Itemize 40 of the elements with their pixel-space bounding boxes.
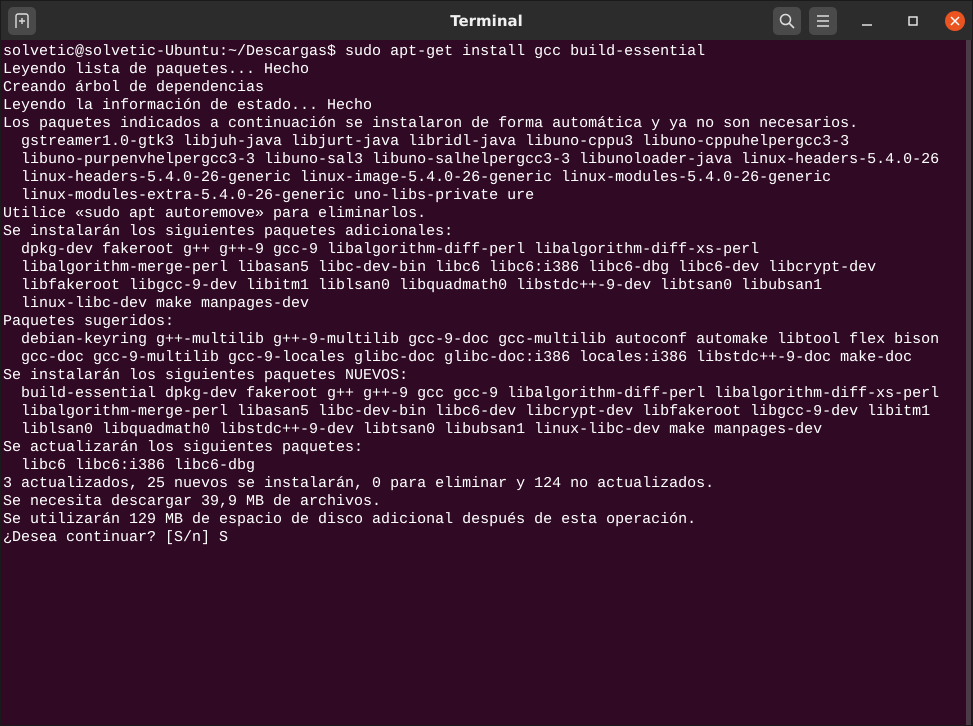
terminal-line: dpkg-dev fakeroot g++ g++-9 gcc-9 libalgorithm-diff-perl libalgorithm-diff-xs-perl bbox=[20, 241, 760, 259]
terminal-line: Utilice «sudo apt autoremove» para eliminarlos. bbox=[3, 205, 428, 223]
minimize-icon bbox=[862, 24, 872, 26]
terminal-line: Se instalarán los siguientes paquetes NUEVOS: bbox=[3, 367, 410, 385]
terminal-line: gcc-doc gcc-9-multilib gcc-9-locales glibc-doc glibc-doc:i386 locales:i386 libstdc++-9-doc make-doc bbox=[20, 349, 914, 367]
terminal-line: liblsan0 libquadmath0 libstdc++-9-dev libtsan0 libubsan1 linux-libc-dev make manpages-dev bbox=[20, 421, 824, 439]
terminal-line: Se actualizarán los siguientes paquetes: bbox=[3, 439, 364, 457]
terminal-line: libalgorithm-merge-perl libasan5 libc-dev-bin libc6 libc6:i386 libc6-dbg libc6-dev libcrypt-dev bbox=[20, 259, 878, 277]
terminal-line: linux-modules-extra-5.4.0-26-generic uno-libs-private ure bbox=[20, 187, 536, 205]
close-button[interactable] bbox=[945, 10, 965, 30]
terminal-line: linux-headers-5.4.0-26-generic linux-image-5.4.0-26-generic linux-modules-5.4.0-26-generic bbox=[20, 169, 832, 187]
window-title: Terminal bbox=[450, 12, 523, 30]
new-tab-button[interactable] bbox=[8, 6, 36, 34]
menu-button[interactable] bbox=[809, 6, 837, 34]
terminal-line: libfakeroot libgcc-9-dev libitm1 liblsan0 libquadmath0 libstdc++-9-dev libtsan0 libubsan1 bbox=[20, 277, 824, 295]
terminal-line: Paquetes sugeridos: bbox=[3, 313, 176, 331]
terminal-line: Los paquetes indicados a continuación se instalaron de forma automática y ya no son necesarios. bbox=[3, 115, 860, 133]
scrollbar[interactable] bbox=[966, 40, 971, 725]
terminal-line: libc6 libc6:i386 libc6-dbg bbox=[20, 457, 256, 475]
terminal-line: Se necesita descargar 39,9 MB de archivos. bbox=[3, 493, 382, 511]
terminal-line: 3 actualizados, 25 nuevos se instalarán, 0 para eliminar y 124 no actualizados. bbox=[3, 475, 716, 493]
terminal-line: Leyendo la información de estado... Hecho bbox=[3, 97, 374, 115]
menu-icon bbox=[816, 14, 830, 26]
terminal-line: solvetic@solvetic-Ubuntu:~/Descargas$ sudo apt-get install gcc build-essential bbox=[3, 43, 706, 61]
search-icon bbox=[779, 12, 795, 28]
terminal-line: Se instalarán los siguientes paquetes adicionales: bbox=[3, 223, 454, 241]
new-tab-icon bbox=[14, 12, 30, 28]
close-icon bbox=[950, 16, 960, 26]
terminal-line: linux-libc-dev make manpages-dev bbox=[20, 295, 310, 313]
maximize-icon bbox=[908, 16, 918, 26]
terminal-line: Leyendo lista de paquetes... Hecho bbox=[3, 61, 310, 79]
terminal-line: gstreamer1.0-gtk3 libjuh-java libjurt-java libridl-java libuno-cppu3 libuno-cppuhelpergcc3-3 bbox=[20, 133, 850, 151]
terminal-line: libuno-purpenvhelpergcc3-3 libuno-sal3 libuno-salhelpergcc3-3 libunoloader-java linux-headers-5.4.0-26 bbox=[20, 151, 940, 169]
terminal-line: Creando árbol de dependencias bbox=[3, 79, 266, 97]
terminal-line: ¿Desea continuar? [S/n] S bbox=[3, 529, 230, 547]
terminal-line: build-essential dpkg-dev fakeroot g++ g++-9 gcc gcc-9 libalgorithm-diff-perl libalgorithm-diff-xs-perl bbox=[20, 385, 940, 403]
search-button[interactable] bbox=[773, 6, 801, 34]
terminal-line: debian-keyring g++-multilib g++-9-multilib gcc-9-doc gcc-multilib autoconf automake libtool flex bison bbox=[20, 331, 940, 349]
terminal-line: Se utilizarán 129 MB de espacio de disco adicional después de esta operación. bbox=[3, 511, 698, 529]
terminal-line: libalgorithm-merge-perl libasan5 libc-dev-bin libc6-dev libcrypt-dev libfakeroot libgcc-9-dev libitm1 bbox=[20, 403, 932, 421]
